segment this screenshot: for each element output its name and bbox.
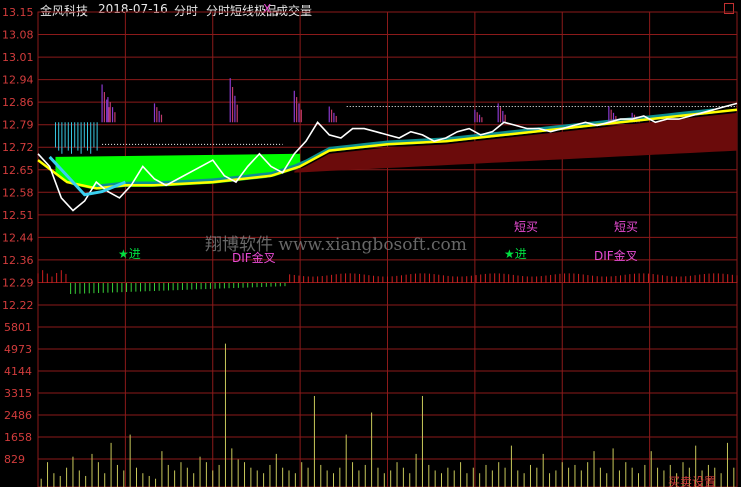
signal-label: ★进 <box>504 247 527 261</box>
y-tick-label: 4144 <box>4 365 32 378</box>
y-tick-label: 12.79 <box>2 119 34 132</box>
y-tick-label: 13.15 <box>2 6 34 19</box>
signal-label: DIF金叉 <box>232 250 276 265</box>
y-tick-label: 12.58 <box>2 186 34 199</box>
y-tick-label: 2486 <box>4 409 32 422</box>
cloud-maroon-area <box>294 112 737 173</box>
chart-canvas[interactable]: 13.15 13.08 13.01 12.94 12.86 12.79 12.72 12.65… <box>0 0 741 487</box>
indicator-cloud <box>54 78 737 190</box>
y-axis-labels: 13.15 13.08 13.01 12.94 12.86 12.79 12.72 12.65… <box>2 6 34 466</box>
y-tick-label: 12.94 <box>2 74 34 87</box>
y-tick-label: 1658 <box>4 431 32 444</box>
y-tick-label: 829 <box>4 453 25 466</box>
y-tick-label: 13.01 <box>2 51 34 64</box>
y-tick-label: 12.72 <box>2 141 34 154</box>
y-tick-label: 13.08 <box>2 29 34 42</box>
y-tick-label: 12.86 <box>2 96 34 109</box>
signal-label: DIF金叉 <box>594 248 638 263</box>
y-tick-label: 3315 <box>4 387 32 400</box>
signal-label: 短买 <box>514 220 538 234</box>
y-tick-label: 12.51 <box>2 209 34 222</box>
y-tick-label: 12.44 <box>2 231 34 244</box>
y-tick-label: 4973 <box>4 343 32 356</box>
signal-label: ★进 <box>118 247 141 261</box>
y-tick-label: 12.22 <box>2 299 34 312</box>
footer-label[interactable]: 买卖设置 <box>668 475 716 487</box>
y-tick-label: 12.29 <box>2 276 34 289</box>
y-tick-label: 12.65 <box>2 164 34 177</box>
y-tick-label: 5801 <box>4 321 32 334</box>
y-tick-label: 12.36 <box>2 254 34 267</box>
signal-label: 短买 <box>614 220 638 234</box>
